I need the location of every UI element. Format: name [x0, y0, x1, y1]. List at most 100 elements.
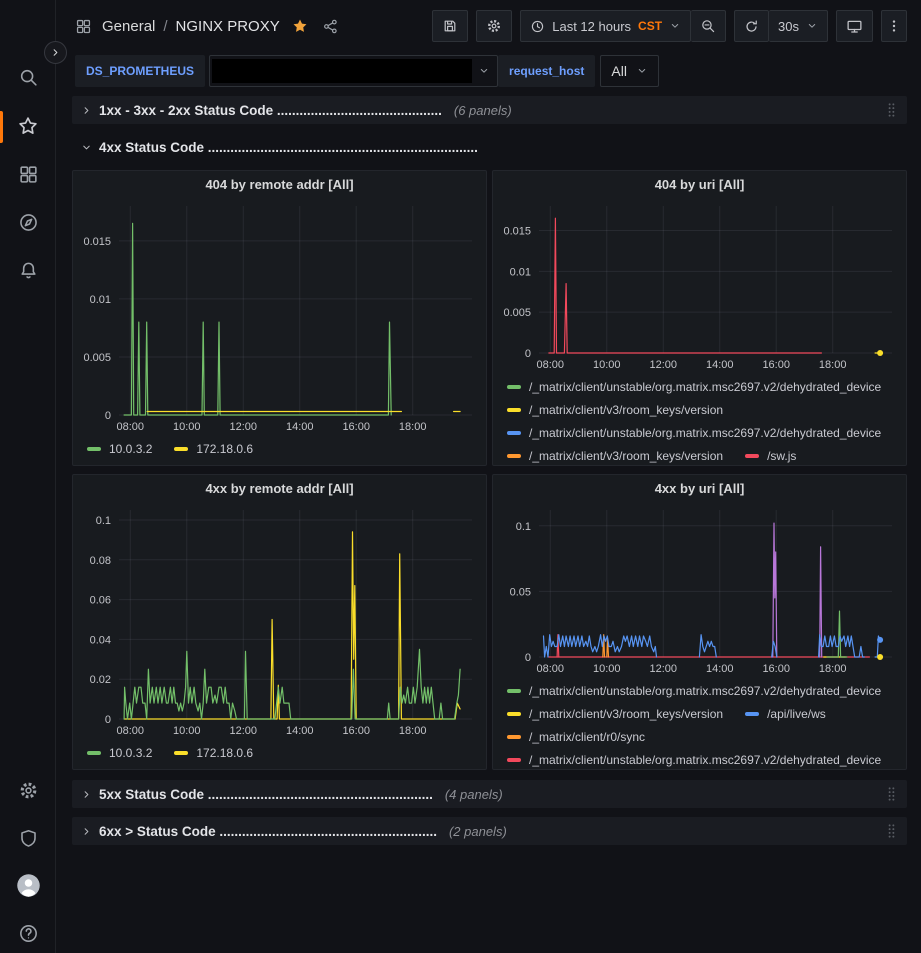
timeseries-chart[interactable]: 08:0010:0012:0014:0016:0018:0000.020.040… — [73, 502, 486, 739]
row-6xx[interactable]: 6xx > Status Code ......................… — [72, 817, 907, 845]
series-label: 172.18.0.6 — [196, 442, 253, 456]
drag-handle-icon[interactable] — [884, 821, 899, 841]
series-label: 10.0.3.2 — [109, 442, 152, 456]
zoom-out-time-button[interactable] — [691, 10, 726, 42]
svg-text:10:00: 10:00 — [173, 421, 201, 433]
more-options-button[interactable] — [881, 10, 907, 42]
series-color-swatch — [745, 454, 759, 458]
server-admin-shield-icon[interactable] — [15, 825, 41, 851]
user-avatar[interactable] — [15, 872, 41, 898]
legend-item[interactable]: /_matrix/client/r0/sync — [507, 725, 645, 748]
row-5xx[interactable]: 5xx Status Code ........................… — [72, 780, 907, 808]
favorite-star-icon[interactable] — [291, 17, 309, 35]
svg-text:0.01: 0.01 — [90, 294, 111, 306]
chevron-down-icon — [78, 142, 94, 153]
legend-item[interactable]: 172.18.0.6 — [174, 437, 253, 460]
series-label: 10.0.3.2 — [109, 746, 152, 760]
drag-handle-icon[interactable] — [884, 784, 899, 804]
row-1xx-3xx-2xx[interactable]: 1xx - 3xx - 2xx Status Code ............… — [72, 96, 907, 124]
legend-item[interactable]: /_matrix/client/v3/room_keys/version — [507, 398, 723, 421]
svg-text:10:00: 10:00 — [593, 663, 621, 675]
sidebar — [0, 0, 56, 953]
panel-header[interactable]: 4xx by uri [All] — [493, 475, 906, 502]
zoom-out-icon — [700, 18, 716, 34]
svg-text:12:00: 12:00 — [229, 725, 257, 737]
panel-404-by-uri: 404 by uri [All] 08:0010:0012:0014:0016:… — [492, 170, 907, 466]
refresh-button[interactable] — [734, 10, 769, 42]
legend-item[interactable]: 10.0.3.2 — [87, 741, 152, 764]
legend-item[interactable]: /_matrix/client/unstable/org.matrix.msc2… — [507, 421, 881, 444]
row-4xx[interactable]: 4xx Status Code ........................… — [72, 133, 907, 161]
request-host-select[interactable]: All — [600, 55, 659, 87]
share-icon[interactable] — [322, 18, 339, 35]
help-icon[interactable] — [15, 920, 41, 946]
chevron-right-icon — [78, 789, 94, 800]
selected-value: All — [611, 63, 627, 79]
search-icon[interactable] — [15, 64, 41, 90]
timeseries-chart[interactable]: 08:0010:0012:0014:0016:0018:0000.0050.01… — [73, 198, 486, 435]
svg-text:16:00: 16:00 — [762, 359, 790, 371]
series-color-swatch — [174, 751, 188, 755]
sidebar-expand-button[interactable] — [44, 41, 67, 64]
alerting-bell-icon[interactable] — [15, 257, 41, 283]
panel-header[interactable]: 404 by uri [All] — [493, 171, 906, 198]
svg-text:14:00: 14:00 — [706, 663, 734, 675]
variable-label[interactable]: DS_PROMETHEUS — [75, 55, 205, 87]
series-label: /_matrix/client/unstable/org.matrix.msc2… — [529, 753, 881, 767]
grafana-logo-icon[interactable] — [9, 7, 47, 45]
datasource-select[interactable] — [209, 55, 498, 87]
variable-datasource: DS_PROMETHEUS — [75, 55, 498, 87]
svg-text:16:00: 16:00 — [342, 725, 370, 737]
time-range-picker[interactable]: Last 12 hours CST — [520, 10, 691, 42]
row-title: 6xx > Status Code ......................… — [99, 824, 437, 839]
row-title: 4xx Status Code ........................… — [99, 140, 478, 155]
svg-text:0.08: 0.08 — [90, 555, 111, 567]
legend: /_matrix/client/unstable/org.matrix.msc2… — [493, 677, 906, 769]
svg-text:0.05: 0.05 — [510, 586, 531, 598]
configuration-gear-icon[interactable] — [15, 777, 41, 803]
svg-text:08:00: 08:00 — [537, 359, 565, 371]
timezone-label: CST — [638, 19, 662, 33]
variable-request-host: request_host All — [498, 55, 659, 87]
series-label: /_matrix/client/unstable/org.matrix.msc2… — [529, 380, 881, 394]
svg-text:0.005: 0.005 — [83, 352, 111, 364]
legend-item[interactable]: /_matrix/client/v3/room_keys/version — [507, 444, 723, 465]
dashboard-settings-button[interactable] — [476, 10, 512, 42]
dashboards-nav-icon[interactable] — [15, 161, 41, 187]
explore-nav-icon[interactable] — [15, 209, 41, 235]
svg-text:18:00: 18:00 — [399, 421, 427, 433]
time-range-label: Last 12 hours — [552, 19, 631, 34]
breadcrumb-section[interactable]: General — [102, 18, 155, 35]
dashboard-topbar: General / NGINX PROXY Last 12 hours CST — [56, 0, 921, 52]
legend-item[interactable]: /_matrix/client/v3/room_keys/version — [507, 702, 723, 725]
legend-item[interactable]: /_matrix/client/unstable/org.matrix.msc2… — [507, 375, 881, 398]
legend-item[interactable]: /_matrix/client/unstable/org.matrix.msc2… — [507, 679, 881, 702]
svg-text:14:00: 14:00 — [286, 725, 314, 737]
svg-text:14:00: 14:00 — [706, 359, 734, 371]
starred-nav-icon[interactable] — [15, 113, 41, 139]
drag-handle-icon[interactable] — [884, 100, 899, 120]
legend: 10.0.3.2 172.18.0.6 — [73, 435, 486, 465]
row-title: 5xx Status Code ........................… — [99, 787, 433, 802]
legend-item[interactable]: /sw.js — [745, 444, 796, 465]
timeseries-chart[interactable]: 08:0010:0012:0014:0016:0018:0000.0050.01… — [493, 198, 906, 373]
panel-header[interactable]: 4xx by remote addr [All] — [73, 475, 486, 502]
svg-text:0.1: 0.1 — [516, 521, 531, 533]
svg-text:0.02: 0.02 — [90, 674, 111, 686]
variable-label[interactable]: request_host — [498, 55, 595, 87]
svg-text:0.005: 0.005 — [503, 307, 531, 319]
cycle-view-mode-button[interactable] — [836, 10, 873, 42]
row-panel-count: (2 panels) — [449, 824, 507, 839]
time-controls-group: Last 12 hours CST — [520, 10, 726, 42]
dashboard-canvas: 1xx - 3xx - 2xx Status Code ............… — [56, 90, 921, 953]
series-color-swatch — [87, 447, 101, 451]
timeseries-chart[interactable]: 08:0010:0012:0014:0016:0018:0000.050.1 — [493, 502, 906, 677]
panel-header[interactable]: 404 by remote addr [All] — [73, 171, 486, 198]
legend-item[interactable]: 172.18.0.6 — [174, 741, 253, 764]
legend-item[interactable]: /_matrix/client/unstable/org.matrix.msc2… — [507, 748, 881, 769]
refresh-interval-picker[interactable]: 30s — [769, 10, 828, 42]
legend-item[interactable]: 10.0.3.2 — [87, 437, 152, 460]
legend-item[interactable]: /api/live/ws — [745, 702, 826, 725]
save-dashboard-button[interactable] — [432, 10, 468, 42]
chevron-down-icon — [806, 20, 818, 32]
